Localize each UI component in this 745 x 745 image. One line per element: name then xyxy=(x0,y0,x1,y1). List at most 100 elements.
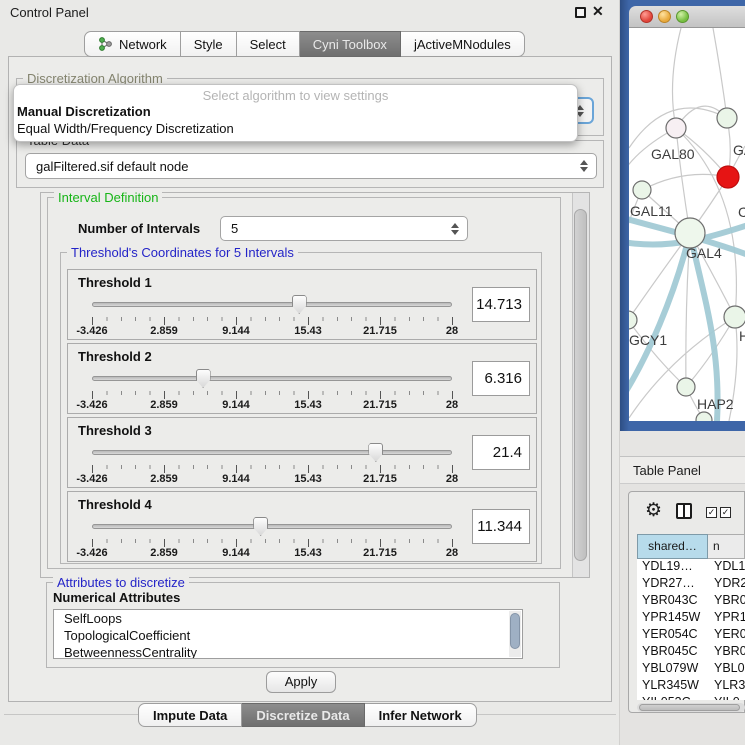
node-label: HAP2 xyxy=(697,396,734,412)
list-item[interactable]: BetweennessCentrality xyxy=(54,644,522,659)
network-window-titlebar[interactable] xyxy=(629,6,745,28)
node-label: GCY1 xyxy=(629,332,667,348)
network-graph: GAL80 GA GAL11 C GAL4 GCY1 H HAP2 xyxy=(629,28,745,421)
gear-icon[interactable]: ⚙ xyxy=(645,499,662,522)
slider-handle[interactable] xyxy=(292,295,307,314)
settings-scroll-pane: Interval Definition Number of Intervals … xyxy=(40,192,590,578)
tab-network-label: Network xyxy=(119,37,167,52)
column-header-name[interactable]: n xyxy=(708,534,745,559)
interval-definition-title: Interval Definition xyxy=(54,190,162,205)
threshold-2-panel: Threshold 2 -3.426 2.859 9.144 15.43 21.… xyxy=(67,343,537,414)
table-row[interactable]: YDR27…YDR2 xyxy=(637,576,745,593)
close-icon[interactable]: ✕ xyxy=(592,3,604,20)
table-data-combobox[interactable]: galFiltered.sif default node xyxy=(25,153,597,179)
threshold-3-slider[interactable] xyxy=(92,443,452,464)
horizontal-scrollbar-thumb[interactable] xyxy=(639,704,740,711)
tab-style[interactable]: Style xyxy=(181,31,237,57)
tab-impute-data[interactable]: Impute Data xyxy=(138,703,242,727)
bottom-tab-bar: Impute Data Discretize Data Infer Networ… xyxy=(138,703,477,727)
tab-cyni-toolbox[interactable]: Cyni Toolbox xyxy=(300,31,401,57)
node-gal4[interactable] xyxy=(675,218,705,248)
node-gal11[interactable] xyxy=(633,181,651,199)
node-selected-red[interactable] xyxy=(717,166,739,188)
table-panel-window: ⚙ ✓ ✓ shared… n YDL19…YDL1 YDR27…YDR2 YB… xyxy=(628,491,745,713)
list-scrollbar[interactable] xyxy=(509,611,521,657)
checkbox-icon[interactable]: ✓ xyxy=(720,507,731,518)
vertical-scrollbar-thumb[interactable] xyxy=(574,209,587,561)
threshold-1-value-field[interactable]: 14.713 xyxy=(472,287,530,322)
node-gcy1[interactable] xyxy=(629,311,637,329)
checkbox-icon[interactable]: ✓ xyxy=(706,507,717,518)
list-item[interactable]: SelfLoops xyxy=(54,610,522,627)
network-icon xyxy=(98,37,113,51)
network-canvas[interactable]: GAL80 GA GAL11 C GAL4 GCY1 H HAP2 xyxy=(629,28,745,421)
slider-track[interactable] xyxy=(92,524,452,529)
threshold-4-panel: Threshold 4 -3.426 2.859 9.144 15.43 21.… xyxy=(67,491,537,562)
number-of-intervals-label: Number of Intervals xyxy=(78,221,200,236)
threshold-1-panel: Threshold 1 -3.426 2.859 9.144 15.43 21.… xyxy=(67,269,537,340)
table-row[interactable]: YBR043CYBR0 xyxy=(637,593,745,610)
list-item[interactable]: TopologicalCoefficient xyxy=(54,627,522,644)
close-traffic-light-icon[interactable] xyxy=(640,10,653,23)
threshold-1-slider[interactable] xyxy=(92,295,452,316)
table-row[interactable]: YLR345WYLR3 xyxy=(637,678,745,695)
threshold-2-value-field[interactable]: 6.316 xyxy=(472,361,530,396)
tab-infer-network[interactable]: Infer Network xyxy=(365,703,477,727)
tab-jactivemnodules[interactable]: jActiveMNodules xyxy=(401,31,525,57)
table-row[interactable]: YDL19…YDL1 xyxy=(637,559,745,576)
number-of-intervals-combobox[interactable]: 5 xyxy=(220,216,468,241)
node-label: GA xyxy=(733,142,745,158)
tab-discretize-data[interactable]: Discretize Data xyxy=(242,703,364,727)
slider-track[interactable] xyxy=(92,450,452,455)
numerical-attributes-list: SelfLoops TopologicalCoefficient Between… xyxy=(53,609,523,659)
threshold-4-slider[interactable] xyxy=(92,517,452,538)
table-row[interactable]: YER054CYER0 xyxy=(637,627,745,644)
horizontal-scrollbar[interactable] xyxy=(637,703,745,712)
threshold-4-value-field[interactable]: 11.344 xyxy=(472,509,530,544)
table-row[interactable]: YBL079WYBL0 xyxy=(637,661,745,678)
tab-network[interactable]: Network xyxy=(84,31,181,57)
node[interactable] xyxy=(696,412,712,421)
node-hap2[interactable] xyxy=(677,378,695,396)
control-panel-window: Control Panel ✕ Network Style Select Cyn… xyxy=(0,0,620,745)
split-columns-icon[interactable] xyxy=(676,503,692,519)
tab-select[interactable]: Select xyxy=(237,31,300,57)
interval-definition-group: Interval Definition Number of Intervals … xyxy=(47,197,561,569)
slider-handle[interactable] xyxy=(196,369,211,388)
slider-track[interactable] xyxy=(92,376,452,381)
node[interactable] xyxy=(724,306,745,328)
table-row[interactable]: YIL053CYIL0 xyxy=(637,695,745,700)
list-scrollbar-thumb[interactable] xyxy=(510,613,520,649)
attributes-group-title: Attributes to discretize xyxy=(53,575,189,590)
table-data-selected: galFiltered.sif default node xyxy=(26,159,576,174)
thresholds-group-title: Threshold's Coordinates for 5 Intervals xyxy=(67,245,298,260)
threshold-2-slider[interactable] xyxy=(92,369,452,390)
slider-track[interactable] xyxy=(92,302,452,307)
thresholds-group: Threshold's Coordinates for 5 Intervals … xyxy=(60,252,542,564)
table-row[interactable]: YBR045CYBR0 xyxy=(637,644,745,661)
algorithm-option-manual[interactable]: Manual Discretization xyxy=(17,104,151,119)
numerical-attributes-label: Numerical Attributes xyxy=(53,590,180,605)
node-label: GAL11 xyxy=(630,203,673,219)
node-table: shared… n YDL19…YDL1 YDR27…YDR2 YBR043CY… xyxy=(637,534,745,700)
algorithm-popup-hint: Select algorithm to view settings xyxy=(14,88,577,103)
float-window-icon[interactable] xyxy=(575,7,586,18)
vertical-scrollbar[interactable] xyxy=(572,193,589,577)
slider-handle[interactable] xyxy=(253,517,268,536)
node-label: GAL4 xyxy=(686,245,722,261)
network-view-window: GAL80 GA GAL11 C GAL4 GCY1 H HAP2 xyxy=(620,0,745,431)
threshold-3-value-field[interactable]: 21.4 xyxy=(472,435,530,470)
table-panel-header: Table Panel xyxy=(620,456,745,484)
table-row[interactable]: YPR145WYPR1 xyxy=(637,610,745,627)
apply-button[interactable]: Apply xyxy=(266,671,336,693)
column-header-shared-name[interactable]: shared… xyxy=(637,534,708,559)
top-tab-bar: Network Style Select Cyni Toolbox jActiv… xyxy=(84,31,525,57)
zoom-traffic-light-icon[interactable] xyxy=(676,10,689,23)
slider-handle[interactable] xyxy=(368,443,383,462)
node[interactable] xyxy=(717,108,737,128)
node-gal80[interactable] xyxy=(666,118,686,138)
threshold-3-panel: Threshold 3 -3.426 2.859 9.144 15.43 21.… xyxy=(67,417,537,488)
algorithm-option-equal-width[interactable]: Equal Width/Frequency Discretization xyxy=(17,121,234,136)
minimize-traffic-light-icon[interactable] xyxy=(658,10,671,23)
attributes-group: Attributes to discretize Numerical Attri… xyxy=(46,582,560,668)
